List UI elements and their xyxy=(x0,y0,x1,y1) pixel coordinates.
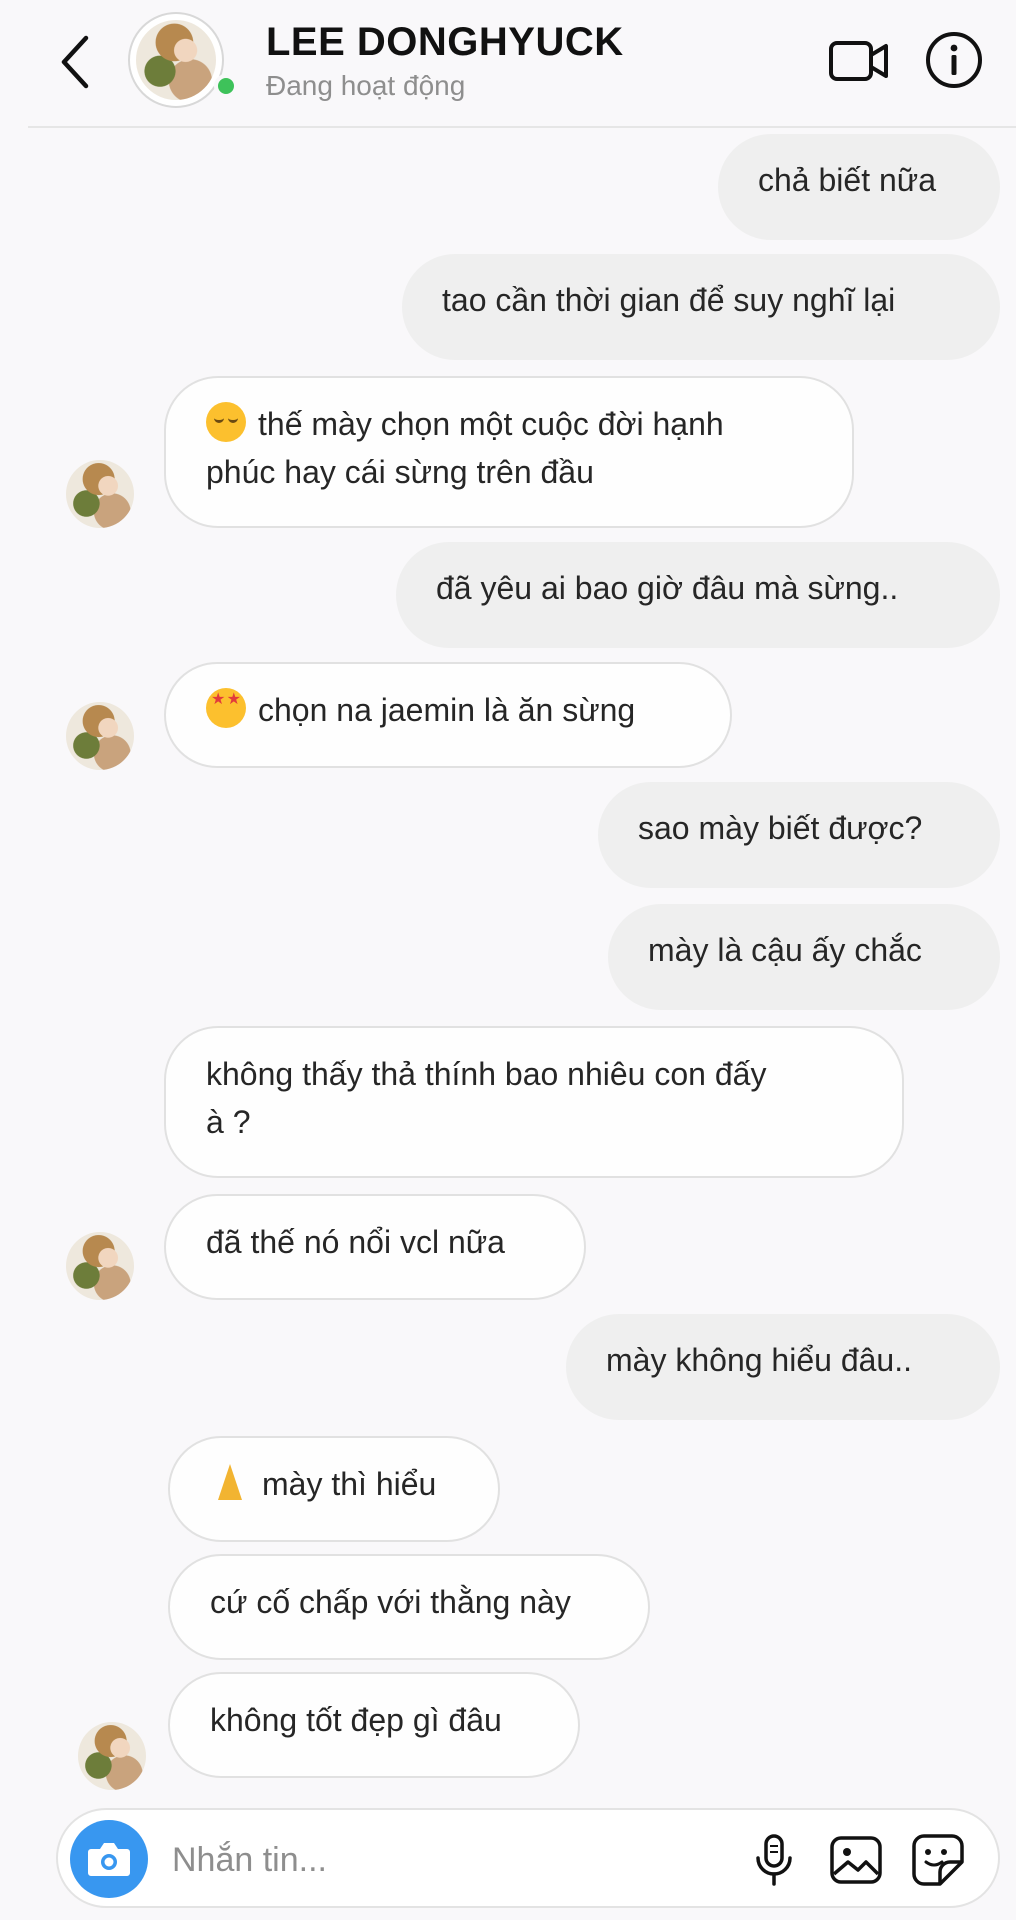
contact-avatar[interactable] xyxy=(66,1232,134,1300)
camera-icon xyxy=(88,1843,130,1876)
message-text: không thấy thả thính bao nhiêu con đấy à… xyxy=(206,1056,767,1140)
sent-message[interactable]: đã yêu ai bao giờ đâu mà sừng.. xyxy=(396,542,1000,648)
sent-message[interactable]: tao cần thời gian để suy nghĩ lại xyxy=(402,254,1000,360)
activity-status: Đang hoạt động xyxy=(266,70,466,101)
info-icon[interactable] xyxy=(924,30,984,90)
received-message[interactable]: đã thế nó nổi vcl nữa xyxy=(164,1194,586,1300)
message-text: mày là cậu ấy chắc xyxy=(648,932,922,968)
contact-avatar[interactable] xyxy=(78,1722,146,1790)
gallery-icon[interactable] xyxy=(828,1832,884,1888)
sticker-icon[interactable] xyxy=(910,1832,966,1888)
star-struck-face-emoji xyxy=(206,688,246,728)
contact-avatar[interactable] xyxy=(66,702,134,770)
sent-message[interactable]: mày không hiểu đâu.. xyxy=(566,1314,1000,1420)
contact-avatar[interactable] xyxy=(128,12,224,108)
camera-button[interactable] xyxy=(70,1820,148,1898)
sent-message[interactable]: chả biết nữa xyxy=(718,134,1000,240)
message-text: đã thế nó nổi vcl nữa xyxy=(206,1224,505,1260)
message-text: mày không hiểu đâu.. xyxy=(606,1342,912,1378)
sent-message[interactable]: sao mày biết được? xyxy=(598,782,1000,888)
message-text: thế mày chọn một cuộc đời hạnh phúc hay … xyxy=(206,406,724,490)
microphone-icon[interactable] xyxy=(746,1832,802,1888)
message-text: sao mày biết được? xyxy=(638,810,923,846)
received-message[interactable]: cứ cố chấp với thằng này xyxy=(168,1554,650,1660)
folded-hands-emoji xyxy=(210,1462,250,1502)
message-text: tao cần thời gian để suy nghĩ lại xyxy=(442,282,896,318)
back-chevron-icon[interactable] xyxy=(54,32,98,92)
relieved-face-emoji xyxy=(206,402,246,442)
message-text: mày thì hiểu xyxy=(262,1466,437,1502)
received-message[interactable]: thế mày chọn một cuộc đời hạnh phúc hay … xyxy=(164,376,854,528)
received-message[interactable]: mày thì hiểu xyxy=(168,1436,500,1542)
message-text: chọn na jaemin là ăn sừng xyxy=(258,692,636,728)
received-message[interactable]: chọn na jaemin là ăn sừng xyxy=(164,662,732,768)
message-text: không tốt đẹp gì đâu xyxy=(210,1702,502,1738)
message-text: cứ cố chấp với thằng này xyxy=(210,1584,571,1620)
contact-avatar[interactable] xyxy=(66,460,134,528)
message-input[interactable] xyxy=(170,1832,594,1888)
received-message[interactable]: không tốt đẹp gì đâu xyxy=(168,1672,580,1778)
message-composer xyxy=(56,1808,1000,1908)
contact-name[interactable]: LEE DONGHYUCK xyxy=(266,20,624,65)
message-text: đã yêu ai bao giờ đâu mà sừng.. xyxy=(436,570,899,606)
received-message[interactable]: không thấy thả thính bao nhiêu con đấy à… xyxy=(164,1026,904,1178)
online-status-dot xyxy=(214,74,238,98)
video-call-icon[interactable] xyxy=(828,38,890,84)
sent-message[interactable]: mày là cậu ấy chắc xyxy=(608,904,1000,1010)
message-text: chả biết nữa xyxy=(758,162,936,198)
avatar-photo xyxy=(136,20,216,100)
